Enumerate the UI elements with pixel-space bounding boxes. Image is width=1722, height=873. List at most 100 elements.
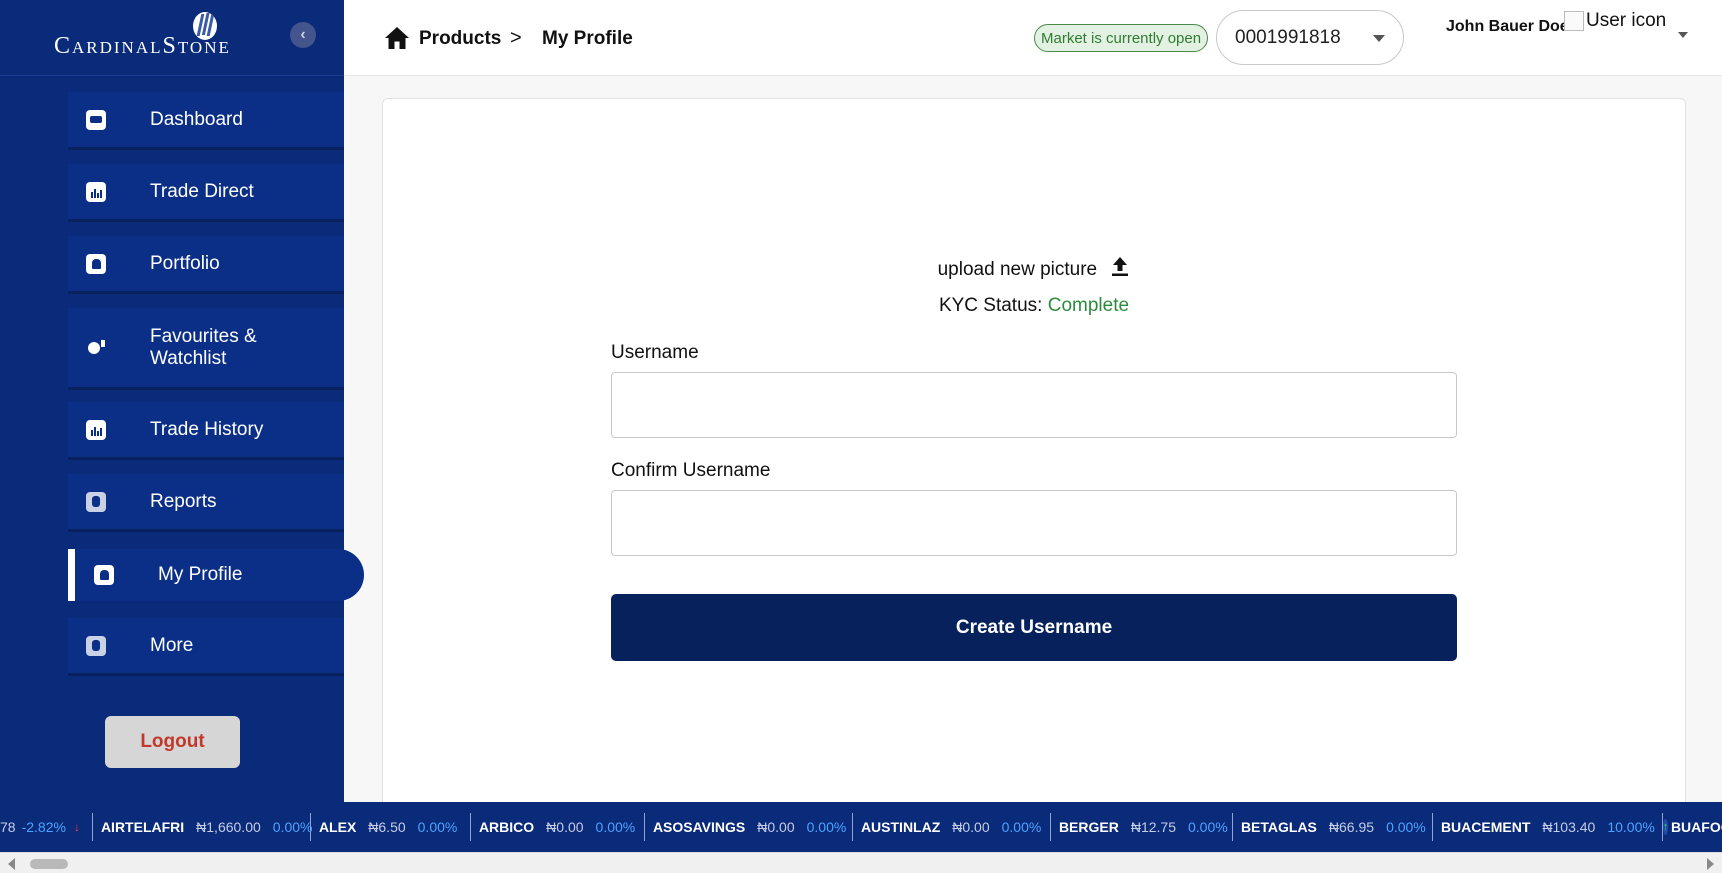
- home-icon[interactable]: [384, 26, 410, 50]
- upload-picture-link[interactable]: upload new picture: [383, 255, 1685, 281]
- sidebar: CardinalStone ‹ Dashboard Trade Direct P…: [0, 0, 364, 802]
- ticker-price: ₦0.00: [952, 819, 990, 835]
- chevron-down-icon: [1373, 35, 1385, 42]
- profile-card: upload new picture KYC Status: Complete …: [382, 98, 1686, 818]
- breadcrumb-separator-icon: >: [510, 27, 522, 49]
- chart-icon: [86, 419, 106, 440]
- ticker-price: ₦0.00: [546, 819, 584, 835]
- sidebar-item-label: My Profile: [158, 564, 243, 585]
- ticker-item: BUACEMENT ₦103.40 10.00% ↑: [1433, 813, 1669, 841]
- scrollbar-thumb[interactable]: [30, 859, 68, 869]
- ticker-price: ₦12.75: [1130, 819, 1176, 835]
- breadcrumb-current: My Profile: [542, 28, 633, 49]
- sidebar-item-label-line1: Favourites &: [150, 326, 257, 347]
- ticker-price: ₦6.50: [368, 819, 406, 835]
- confirm-username-input[interactable]: [611, 490, 1457, 556]
- account-number: 0001991818: [1235, 26, 1341, 48]
- ticker-price: 78: [0, 819, 16, 835]
- username-input[interactable]: [611, 372, 1457, 438]
- upload-icon[interactable]: [1110, 255, 1130, 277]
- ticker-price: ₦1,660.00: [196, 819, 261, 835]
- sidebar-item-favourites-watchlist[interactable]: Favourites & Watchlist: [68, 308, 344, 390]
- brand-logo-icon: [193, 12, 217, 40]
- upload-label: upload new picture: [937, 259, 1098, 280]
- sidebar-item-label: Favourites & Watchlist: [150, 326, 257, 370]
- ticker-symbol: ARBICO: [478, 819, 535, 835]
- broken-image-icon: [1564, 11, 1584, 31]
- ticker-symbol: AIRTELAFRI: [100, 819, 185, 835]
- ticker-symbol: ALEX: [318, 819, 357, 835]
- ticker-change: 10.00%: [1607, 819, 1655, 835]
- user-name: John Bauer Doe: [1446, 18, 1569, 35]
- user-icon-alt: User icon: [1586, 10, 1667, 31]
- chart-icon: [86, 181, 106, 202]
- ticker-change: 0.00%: [806, 819, 847, 835]
- sidebar-item-label: Dashboard: [150, 108, 243, 130]
- ticker-symbol: ASOSAVINGS: [652, 819, 746, 835]
- create-username-button[interactable]: Create Username: [611, 594, 1457, 661]
- kyc-value: Complete: [1047, 295, 1130, 316]
- ticker-item: BETAGLAS ₦66.95 0.00%: [1233, 813, 1433, 841]
- username-label: Username: [611, 342, 699, 363]
- sidebar-item-reports[interactable]: Reports: [68, 474, 344, 532]
- ticker-price: ₦0.00: [757, 819, 795, 835]
- sidebar-item-portfolio[interactable]: Portfolio: [68, 236, 344, 294]
- sidebar-item-label: More: [150, 634, 194, 656]
- sidebar-item-label: Reports: [150, 490, 217, 512]
- ticker-item: ASOSAVINGS ₦0.00 0.00%: [645, 813, 853, 841]
- user-avatar[interactable]: User icon: [1564, 10, 1666, 32]
- sidebar-item-label-line2: Watchlist: [150, 348, 227, 369]
- profile-icon: [94, 565, 114, 585]
- dashboard-icon: [86, 109, 106, 130]
- horizontal-scrollbar[interactable]: [0, 852, 1722, 873]
- ticker-item: AUSTINLAZ ₦0.00 0.00%: [853, 813, 1051, 841]
- ticker-item: 78 -2.82% ↓: [0, 813, 93, 841]
- sidebar-item-my-profile[interactable]: My Profile: [68, 549, 364, 601]
- reports-icon: [86, 491, 106, 512]
- account-select[interactable]: 0001991818: [1216, 10, 1404, 65]
- kyc-label: KYC Status:: [938, 295, 1043, 316]
- scroll-left-icon[interactable]: [8, 858, 15, 870]
- sidebar-item-label: Trade History: [150, 418, 264, 440]
- portfolio-icon: [86, 253, 106, 274]
- sidebar-item-label: Portfolio: [150, 252, 220, 274]
- sidebar-item-dashboard[interactable]: Dashboard: [68, 92, 344, 150]
- top-header: Products > My Profile Market is currentl…: [344, 0, 1722, 76]
- ticker-item: ALEX ₦6.50 0.00%: [311, 813, 471, 841]
- ticker-change: 0.00%: [417, 819, 458, 835]
- ticker-symbol: BETAGLAS: [1240, 819, 1317, 835]
- ticker-symbol: BUACEMENT: [1440, 819, 1531, 835]
- ticker-change: 0.00%: [1188, 819, 1228, 835]
- ticker-price: ₦66.95: [1328, 819, 1375, 835]
- market-status-badge: Market is currently open: [1034, 24, 1209, 52]
- brand-header: CardinalStone ‹: [0, 0, 344, 76]
- ticker-item: ARBICO ₦0.00 0.00%: [471, 813, 645, 841]
- stock-ticker: 78 -2.82% ↓ AIRTELAFRI ₦1,660.00 0.00% A…: [0, 802, 1722, 852]
- arrow-down-icon: ↓: [73, 820, 80, 834]
- sidebar-item-trade-history[interactable]: Trade History: [68, 402, 344, 460]
- ticker-item: AIRTELAFRI ₦1,660.00 0.00%: [93, 813, 313, 841]
- collapse-sidebar-button[interactable]: ‹: [290, 22, 316, 48]
- ticker-change: 0.00%: [595, 819, 636, 835]
- breadcrumb-products[interactable]: Products: [419, 28, 501, 50]
- ticker-change: 0.00%: [1001, 819, 1042, 835]
- ticker-item: BERGER ₦12.75 0.00%: [1051, 813, 1233, 841]
- ticker-symbol: BUAFOO: [1670, 819, 1722, 835]
- logout-button[interactable]: Logout: [105, 716, 240, 768]
- more-icon: [86, 635, 106, 656]
- ticker-change: 0.00%: [272, 819, 313, 835]
- user-menu-chevron-icon[interactable]: [1678, 32, 1688, 38]
- ticker-item: BUAFOO: [1663, 813, 1722, 841]
- confirm-username-label: Confirm Username: [611, 460, 771, 481]
- watchlist-icon: [86, 338, 106, 358]
- kyc-status: KYC Status: Complete: [383, 295, 1685, 317]
- sidebar-item-more[interactable]: More: [68, 618, 344, 676]
- scroll-right-icon[interactable]: [1707, 858, 1714, 870]
- chevron-left-icon: ‹: [300, 26, 306, 43]
- ticker-symbol: AUSTINLAZ: [860, 819, 941, 835]
- ticker-symbol: BERGER: [1058, 819, 1119, 835]
- ticker-price: ₦103.40: [1542, 819, 1596, 835]
- sidebar-item-trade-direct[interactable]: Trade Direct: [68, 164, 344, 222]
- ticker-change: -2.82%: [21, 819, 66, 835]
- ticker-change: 0.00%: [1386, 819, 1426, 835]
